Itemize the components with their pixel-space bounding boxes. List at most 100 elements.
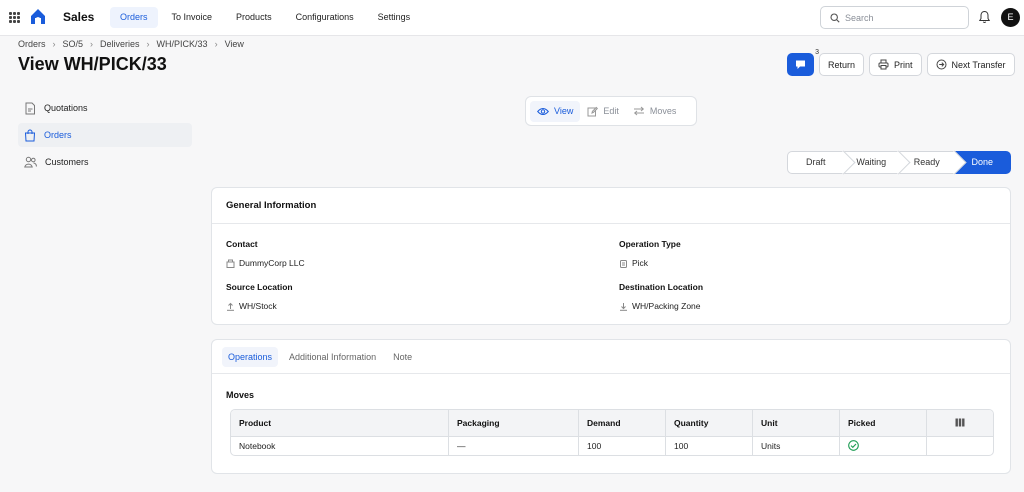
print-label: Print [894,59,913,70]
chevron-right-icon: › [214,39,218,49]
table-header-row: Product Packaging Demand Quantity Unit P… [231,410,993,436]
tab-additional-information[interactable]: Additional Information [283,347,382,367]
apps-grid-icon[interactable] [9,12,20,23]
cell-picked [840,436,927,455]
destination-location-value[interactable]: WH/Packing Zone [632,301,701,311]
operation-type-label: Operation Type [619,239,681,249]
breadcrumb-so[interactable]: SO/5 [63,39,84,49]
check-circle-icon [848,439,859,451]
tab-operations[interactable]: Operations [222,346,279,367]
nav-item-configurations[interactable]: Configurations [286,7,364,28]
messages-button[interactable]: 3 [787,49,819,76]
app-logo-icon [31,9,45,24]
sidebar-item-label: Orders [44,130,72,140]
general-information-card: General Information Contact DummyCorp LL… [211,187,1011,325]
page-title: View WH/PICK/33 [18,54,167,74]
nav-item-to-invoice[interactable]: To Invoice [162,7,223,28]
next-transfer-label: Next Transfer [951,59,1006,70]
column-header-demand[interactable]: Demand [579,410,666,436]
cell-unit: Units [753,436,840,455]
sidebar-item-label: Customers [45,157,89,167]
next-transfer-button[interactable]: Next Transfer [926,53,1015,76]
arrows-icon [633,106,644,116]
cell-empty [927,436,993,455]
operation-type-value[interactable]: Pick [632,258,648,268]
column-settings-button[interactable] [927,410,993,436]
sidebar-item-label: Quotations [44,103,88,113]
sidebar-item-orders[interactable]: Orders [18,123,192,147]
building-icon [226,259,235,268]
status-stepper: Draft Waiting Ready Done [787,151,1011,174]
cell-product: Notebook [231,436,449,455]
nav-item-orders[interactable]: Orders [110,7,158,28]
tab-note[interactable]: Note [387,347,418,367]
breadcrumb-orders[interactable]: Orders [18,39,46,49]
app-name: Sales [63,10,95,24]
page-actions: 3 Return Print Next Transfer [787,49,1020,76]
printer-icon [878,59,889,70]
return-button[interactable]: Return [819,53,865,76]
destination-location-label: Destination Location [619,282,704,292]
moves-table: Product Packaging Demand Quantity Unit P… [230,409,994,456]
nav-item-products[interactable]: Products [226,7,282,28]
sidebar-item-quotations[interactable]: Quotations [18,96,192,120]
search-input[interactable]: Search [820,6,969,29]
contact-label: Contact [226,239,258,249]
contact-value[interactable]: DummyCorp LLC [239,258,305,268]
breadcrumb-deliveries[interactable]: Deliveries [100,39,140,49]
contact-field: Contact DummyCorp LLC [226,239,305,268]
view-mode-edit[interactable]: Edit [580,101,626,122]
nav-item-settings[interactable]: Settings [368,7,421,28]
search-placeholder: Search [845,13,874,23]
source-location-label: Source Location [226,282,293,292]
avatar[interactable]: E [1001,8,1020,27]
users-icon [24,156,37,168]
general-information-title: General Information [212,188,1010,224]
shopping-bag-icon [24,129,36,141]
cell-demand: 100 [579,436,666,455]
view-mode-view[interactable]: View [530,100,581,122]
breadcrumb-pick[interactable]: WH/PICK/33 [157,39,208,49]
view-mode-toggle: View Edit Moves [525,96,697,126]
tabs-bar: Operations Additional Information Note [212,340,1010,374]
column-header-unit[interactable]: Unit [753,410,840,436]
operation-type-field: Operation Type Pick [619,239,681,268]
view-mode-moves[interactable]: Moves [626,101,684,122]
document-icon [25,102,35,114]
cell-packaging: — [449,436,579,455]
chevron-right-icon: › [52,39,56,49]
bell-icon[interactable] [978,10,991,24]
cell-quantity: 100 [666,436,753,455]
source-location-value[interactable]: WH/Stock [239,301,277,311]
eye-icon [537,107,549,115]
columns-icon [955,418,965,426]
sidebar: Quotations Orders Customers [18,96,192,177]
moves-title: Moves [226,390,255,400]
column-header-quantity[interactable]: Quantity [666,410,753,436]
chat-icon [796,60,805,69]
arrow-right-circle-icon [936,59,947,70]
top-bar: Sales Orders To Invoice Products Configu… [0,0,1024,36]
source-location-field: Source Location WH/Stock [226,282,293,311]
breadcrumb-view: View [224,39,244,49]
chevron-right-icon: › [146,39,150,49]
upload-icon [227,302,234,311]
search-icon [830,13,840,23]
sidebar-item-customers[interactable]: Customers [18,150,192,174]
column-header-product[interactable]: Product [231,410,449,436]
view-mode-label: View [554,106,574,116]
operations-card: Operations Additional Information Note M… [211,339,1011,474]
breadcrumb: Orders › SO/5 › Deliveries › WH/PICK/33 … [18,39,244,49]
view-mode-label: Edit [603,106,619,116]
destination-location-field: Destination Location WH/Packing Zone [619,282,703,311]
table-row[interactable]: Notebook — 100 100 Units [231,436,993,455]
column-header-picked[interactable]: Picked [840,410,927,436]
messages-count-badge: 3 [815,49,819,56]
column-header-packaging[interactable]: Packaging [449,410,579,436]
print-button[interactable]: Print [869,53,922,76]
download-icon [620,302,627,311]
view-mode-label: Moves [649,106,677,116]
status-step-draft[interactable]: Draft [787,151,844,174]
edit-icon [587,106,599,116]
return-label: Return [828,59,856,70]
